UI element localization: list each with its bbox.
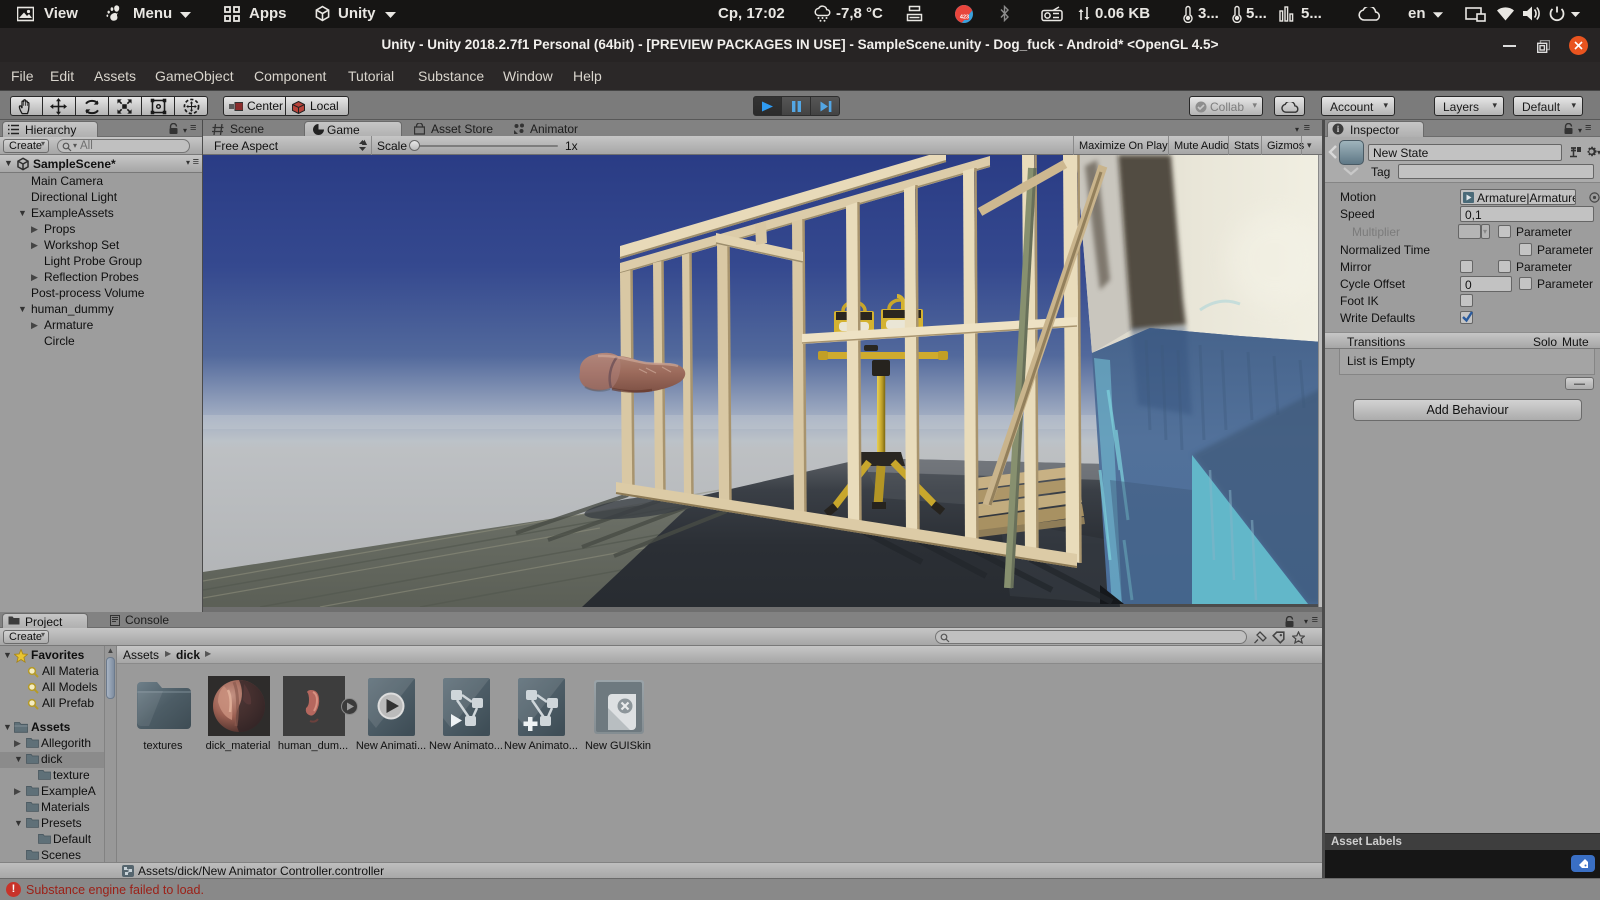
svg-text:423: 423 [960, 15, 969, 21]
